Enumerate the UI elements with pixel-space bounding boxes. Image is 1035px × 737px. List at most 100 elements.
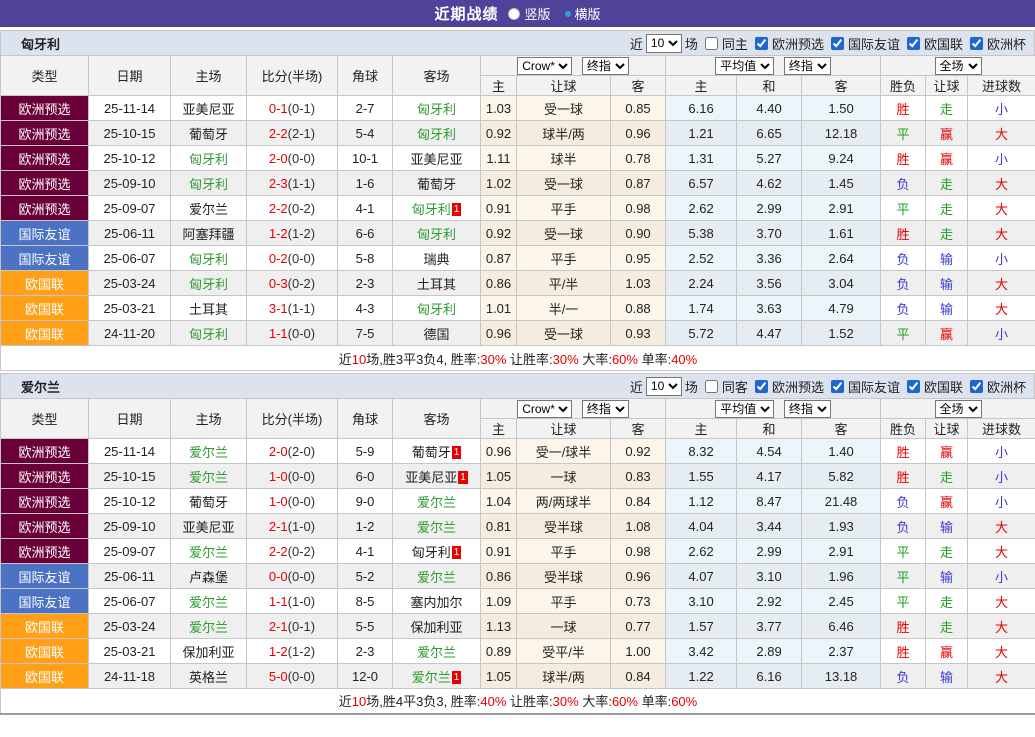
comp-filter-checkbox-friendly[interactable] — [831, 37, 844, 50]
score-cell: 1-1(0-0) — [247, 321, 338, 346]
team-label: 德国 — [423, 327, 449, 342]
match-row: 欧国联25-03-24爱尔兰2-1(0-1)5-5保加利亚1.13一球0.771… — [1, 614, 1035, 639]
away-team-cell: 葡萄牙1 — [393, 439, 481, 464]
summary-part: 单率: — [638, 352, 671, 367]
comp-filter-checkbox-eurocup[interactable] — [970, 37, 983, 50]
away-team-cell: 匈牙利1 — [393, 539, 481, 564]
full-score: 2-1 — [269, 519, 288, 534]
col-corner: 角球 — [338, 399, 393, 439]
match-type-badge: 欧国联 — [1, 639, 89, 664]
result-winloss: 负 — [881, 171, 926, 196]
comp-filter-checkbox-euroqual[interactable] — [755, 380, 768, 393]
col-away: 客场 — [393, 399, 481, 439]
comp-filter-checkbox-euroqual[interactable] — [755, 37, 768, 50]
recent-count-select[interactable]: 10 — [646, 34, 682, 53]
corner-cell: 2-3 — [338, 271, 393, 296]
match-type-badge: 欧洲预选 — [1, 489, 89, 514]
result-goals: 大 — [968, 514, 1035, 539]
team-label: 土耳其 — [189, 302, 228, 317]
scope-select-group: 全场 — [881, 56, 1035, 76]
avg-time-select[interactable]: 终指 — [784, 57, 831, 75]
avg-odds-away: 1.40 — [802, 439, 881, 464]
corner-cell: 10-1 — [338, 146, 393, 171]
odds-source-select[interactable]: Crow* — [517, 400, 572, 418]
comp-filter-checkbox-eurocup[interactable] — [970, 380, 983, 393]
result-goals: 小 — [968, 146, 1035, 171]
odds-source-select[interactable]: Crow* — [517, 57, 572, 75]
result-handicap: 走 — [926, 614, 968, 639]
recent-count-select[interactable]: 10 — [646, 377, 682, 396]
team-label: 保加利亚 — [410, 620, 462, 635]
avg-odds-home: 6.57 — [666, 171, 737, 196]
same-venue-label: 同主 — [722, 34, 748, 53]
handicap-odds-away: 0.84 — [611, 489, 666, 514]
away-team-cell: 爱尔兰 — [393, 564, 481, 589]
full-score: 2-0 — [269, 444, 288, 459]
avg-source-select[interactable]: 平均值 — [715, 57, 774, 75]
avg-time-select[interactable]: 终指 — [784, 400, 831, 418]
result-handicap: 输 — [926, 514, 968, 539]
summary-part: 30% — [553, 694, 579, 709]
same-venue-checkbox[interactable] — [705, 380, 718, 393]
odds-time-select[interactable]: 终指 — [582, 400, 629, 418]
radio-selected-icon[interactable] — [508, 8, 520, 20]
avg-source-select[interactable]: 平均值 — [715, 400, 774, 418]
comp-filter-checkbox-nationsleague[interactable] — [907, 37, 920, 50]
corner-cell: 5-8 — [338, 246, 393, 271]
handicap-odds-away: 1.00 — [611, 639, 666, 664]
home-team-cell: 葡萄牙 — [171, 489, 247, 514]
result-winloss: 负 — [881, 489, 926, 514]
match-date: 25-06-11 — [89, 564, 171, 589]
layout-radio-group: 竖版 横版 — [508, 4, 600, 23]
full-score: 2-2 — [269, 126, 288, 141]
result-winloss: 胜 — [881, 146, 926, 171]
radio-unselected-icon[interactable] — [565, 11, 571, 17]
avg-odds-draw: 3.44 — [737, 514, 802, 539]
half-score: (0-1) — [288, 101, 315, 116]
full-score: 1-1 — [269, 594, 288, 609]
same-venue-checkbox[interactable] — [705, 37, 718, 50]
matches-label: 场 — [685, 34, 698, 53]
match-date: 25-03-24 — [89, 614, 171, 639]
team-label: 爱尔兰 — [417, 495, 456, 510]
avg-odds-home: 4.07 — [666, 564, 737, 589]
col-date: 日期 — [89, 399, 171, 439]
radio-horizontal-layout[interactable]: 横版 — [565, 4, 601, 23]
avg-odds-away: 5.82 — [802, 464, 881, 489]
full-score: 0-1 — [269, 101, 288, 116]
match-date: 25-09-10 — [89, 514, 171, 539]
avg-odds-draw: 4.47 — [737, 321, 802, 346]
match-row: 欧洲预选25-10-12葡萄牙1-0(0-0)9-0爱尔兰1.04两/两球半0.… — [1, 489, 1035, 514]
handicap-odds-home: 0.91 — [481, 196, 517, 221]
summary-part: 大率: — [579, 352, 612, 367]
result-winloss: 平 — [881, 121, 926, 146]
result-goals: 小 — [968, 246, 1035, 271]
comp-filter-label: 欧洲杯 — [987, 377, 1026, 396]
comp-filter-checkbox-nationsleague[interactable] — [907, 380, 920, 393]
result-winloss: 胜 — [881, 439, 926, 464]
half-score: (0-0) — [288, 669, 315, 684]
avg-odds-away: 2.91 — [802, 196, 881, 221]
avg-odds-away: 13.18 — [802, 664, 881, 689]
score-cell: 0-3(0-2) — [247, 271, 338, 296]
scope-select[interactable]: 全场 — [935, 400, 982, 418]
result-handicap: 走 — [926, 464, 968, 489]
handicap-odds-away: 0.85 — [611, 96, 666, 121]
avg-odds-away: 21.48 — [802, 489, 881, 514]
comp-filter-label: 欧洲杯 — [987, 34, 1026, 53]
result-handicap: 走 — [926, 539, 968, 564]
radio-vertical-layout[interactable]: 竖版 — [508, 4, 550, 23]
match-type-badge: 欧洲预选 — [1, 121, 89, 146]
match-row: 国际友谊25-06-11卢森堡0-0(0-0)5-2爱尔兰0.86受半球0.96… — [1, 564, 1035, 589]
handicap-odds-home: 0.81 — [481, 514, 517, 539]
scope-select[interactable]: 全场 — [935, 57, 982, 75]
odds-time-select[interactable]: 终指 — [582, 57, 629, 75]
avg-odds-home: 6.16 — [666, 96, 737, 121]
filter-controls: 近 10 场 同主 欧洲预选 国际友谊 欧国联 欧洲杯 — [630, 34, 1026, 53]
radio-horizontal-label: 横版 — [575, 4, 601, 23]
comp-filter-checkbox-friendly[interactable] — [831, 380, 844, 393]
team-name: 匈牙利 — [21, 34, 60, 53]
subcol-handicap-result: 让球 — [926, 76, 968, 96]
away-team-cell: 爱尔兰 — [393, 639, 481, 664]
half-score: (1-1) — [288, 176, 315, 191]
